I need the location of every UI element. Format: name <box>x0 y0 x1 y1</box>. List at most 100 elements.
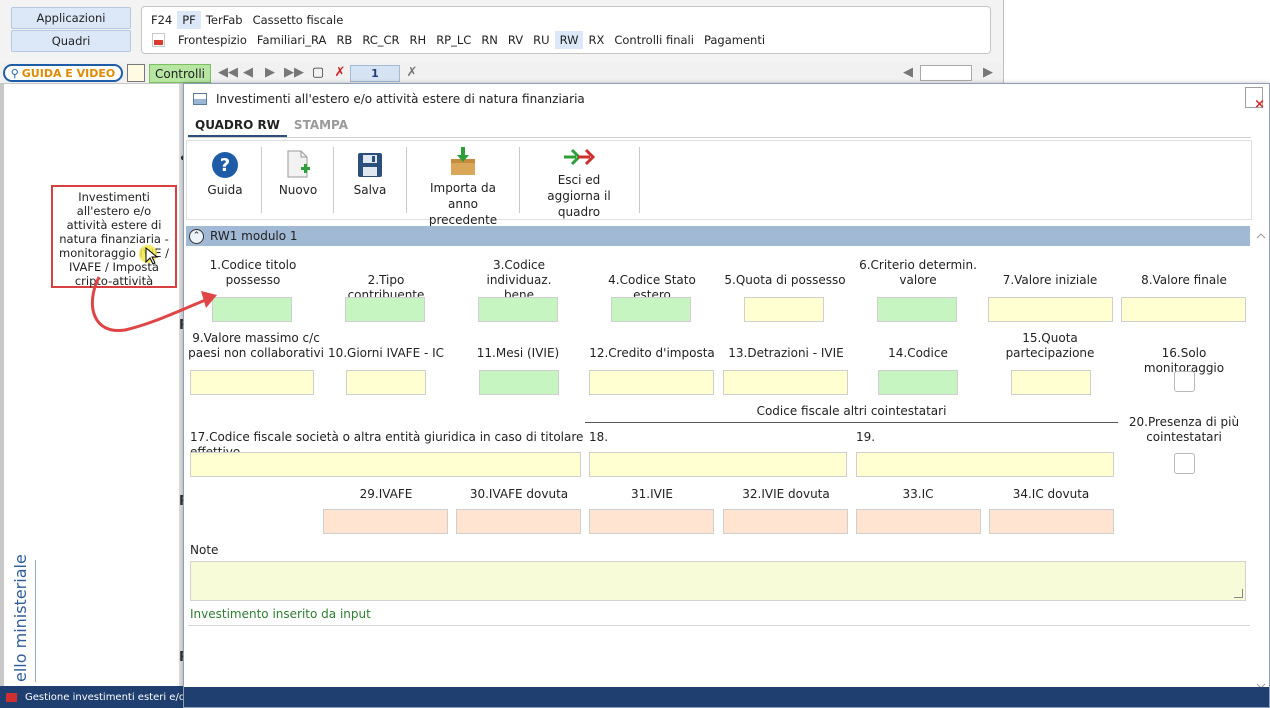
guida-label: Guida <box>207 183 243 197</box>
menu-terfab[interactable]: TerFab <box>201 11 248 29</box>
quadri-button[interactable]: Quadri <box>11 30 131 52</box>
guida-video-label: GUIDA E VIDEO <box>21 66 116 80</box>
menu-pf[interactable]: PF <box>177 11 201 29</box>
menu-controlli-finali[interactable]: Controlli finali <box>609 31 699 49</box>
label-quota-possesso: 5.Quota di possesso <box>724 273 846 287</box>
label-ivafe-dovuta: 30.IVAFE dovuta <box>469 487 569 501</box>
ribbon-separator <box>519 147 520 213</box>
cursor-highlight-icon <box>139 245 159 265</box>
scroll-left-icon[interactable]: ◀ <box>900 64 916 82</box>
search-icon: ⚲ <box>10 66 19 80</box>
label-mesi-ivie: 11.Mesi (IVIE) <box>476 346 560 360</box>
mesi-ivie-field[interactable] <box>479 370 559 395</box>
label-codice: 14.Codice <box>888 346 948 360</box>
scroll-right-icon[interactable]: ▶ <box>980 64 996 82</box>
detrazioni-ivie-field[interactable] <box>723 370 848 395</box>
delete-page-icon[interactable]: ✗ <box>332 64 348 82</box>
first-page-icon[interactable]: ◀◀ <box>218 64 238 82</box>
document-icon[interactable] <box>127 64 145 82</box>
codice-stato-estero-field[interactable] <box>611 297 691 322</box>
ivie-field[interactable] <box>589 509 714 534</box>
valore-massimo-field[interactable] <box>190 370 314 395</box>
menu-rn[interactable]: RN <box>476 31 503 49</box>
label-valore-finale: 8.Valore finale <box>1141 273 1227 287</box>
exit-arrows-icon <box>562 145 596 169</box>
codice-individuazione-field[interactable] <box>478 297 558 322</box>
salva-label: Salva <box>353 183 387 197</box>
tab-quadro-rw[interactable]: QUADRO RW <box>188 115 287 137</box>
menu-rc-cr[interactable]: RC_CR <box>357 31 404 49</box>
ivafe-dovuta-field[interactable] <box>456 509 581 534</box>
collapse-icon[interactable]: ⌃ <box>189 228 204 244</box>
new-page-icon[interactable]: ▢ <box>310 64 326 82</box>
ic-field[interactable] <box>856 509 981 534</box>
quota-partecipazione-field[interactable] <box>1011 370 1091 395</box>
menu-rb[interactable]: RB <box>331 31 357 49</box>
cointestatario-18-field[interactable] <box>589 452 847 477</box>
label-quota-partecipazione: 15.Quota partecipazione <box>1005 331 1095 360</box>
label-ivafe: 29.IVAFE <box>359 487 413 501</box>
criterio-determinazione-field[interactable] <box>877 297 957 322</box>
ivie-dovuta-field[interactable] <box>723 509 848 534</box>
solo-monitoraggio-checkbox[interactable] <box>1174 371 1195 392</box>
module-header: ⌃ RW1 modulo 1 <box>186 226 1250 246</box>
label-valore-iniziale: 7.Valore iniziale <box>1002 273 1098 287</box>
menu-rw[interactable]: RW <box>554 31 584 49</box>
ivafe-field[interactable] <box>323 509 448 534</box>
tab-stampa[interactable]: STAMPA <box>287 115 355 137</box>
page-disabled-icon: ✗ <box>406 65 418 80</box>
ribbon: ? Guida Nuovo Salva Importa da anno prec… <box>186 140 1252 227</box>
vertical-scrollbar[interactable] <box>1255 232 1267 690</box>
inserted-status-text: Investimento inserito da input <box>190 607 371 621</box>
menu-ru[interactable]: RU <box>528 31 554 49</box>
menu-rx[interactable]: RX <box>583 31 609 49</box>
new-document-icon <box>284 145 312 179</box>
presenza-cointestatari-checkbox[interactable] <box>1174 453 1195 474</box>
pdf-icon[interactable] <box>152 33 165 47</box>
menu-pagamenti[interactable]: Pagamenti <box>699 31 770 49</box>
applicazioni-button[interactable]: Applicazioni <box>11 7 131 29</box>
help-icon: ? <box>211 145 239 179</box>
codice-field[interactable] <box>878 370 958 395</box>
giorni-ivafe-field[interactable] <box>346 370 426 395</box>
valore-finale-field[interactable] <box>1121 297 1246 322</box>
nuovo-label: Nuovo <box>278 183 318 197</box>
nuovo-button[interactable]: Nuovo <box>271 145 325 217</box>
quota-possesso-field[interactable] <box>744 297 824 322</box>
tipo-contribuente-field[interactable] <box>345 297 425 322</box>
menu-familiari-ra[interactable]: Familiari_RA <box>252 31 332 49</box>
label-cointestatario-18: 18. <box>589 430 609 444</box>
delete-module-icon[interactable] <box>1245 87 1265 112</box>
menu-frontespizio[interactable]: Frontespizio <box>173 31 252 49</box>
menu-rv[interactable]: RV <box>503 31 528 49</box>
controlli-button[interactable]: Controlli <box>149 64 211 83</box>
menu-cassetto-fiscale[interactable]: Cassetto fiscale <box>248 11 349 29</box>
menu-rp-lc[interactable]: RP_LC <box>431 31 476 49</box>
importa-button[interactable]: Importa da anno precedente <box>413 145 513 227</box>
codice-fiscale-societa-field[interactable] <box>190 452 581 477</box>
tab-divider <box>188 137 1251 138</box>
tab-bar: QUADRO RW STAMPA <box>188 115 355 137</box>
callout-arrow-icon <box>90 276 217 332</box>
ic-dovuta-field[interactable] <box>989 509 1114 534</box>
page-selector[interactable] <box>920 65 972 81</box>
last-page-icon[interactable]: ▶▶ <box>284 64 304 82</box>
status-icon <box>6 692 17 702</box>
salva-button[interactable]: Salva <box>343 145 397 217</box>
page-number[interactable]: 1 <box>350 65 400 82</box>
cointestatario-19-field[interactable] <box>856 452 1114 477</box>
menu-f24[interactable]: F24 <box>146 11 177 29</box>
esci-aggiorna-button[interactable]: Esci ed aggiorna il quadro <box>525 145 633 219</box>
import-icon <box>448 145 478 177</box>
next-page-icon[interactable]: ▶ <box>262 64 278 82</box>
guida-button[interactable]: ? Guida <box>197 145 253 217</box>
guida-video-button[interactable]: ⚲ GUIDA E VIDEO <box>3 64 123 82</box>
label-detrazioni-ivie: 13.Detrazioni - IVIE <box>728 346 844 360</box>
navigation-toolbar: ⚲ GUIDA E VIDEO Controlli ◀◀ ◀ ▶ ▶▶ ▢ ✗ … <box>0 62 1004 84</box>
valore-iniziale-field[interactable] <box>988 297 1113 322</box>
label-cointestatario-19: 19. <box>856 430 876 444</box>
note-textarea[interactable] <box>190 561 1246 601</box>
prev-page-icon[interactable]: ◀ <box>240 64 256 82</box>
menu-rh[interactable]: RH <box>405 31 432 49</box>
credito-imposta-field[interactable] <box>589 370 714 395</box>
